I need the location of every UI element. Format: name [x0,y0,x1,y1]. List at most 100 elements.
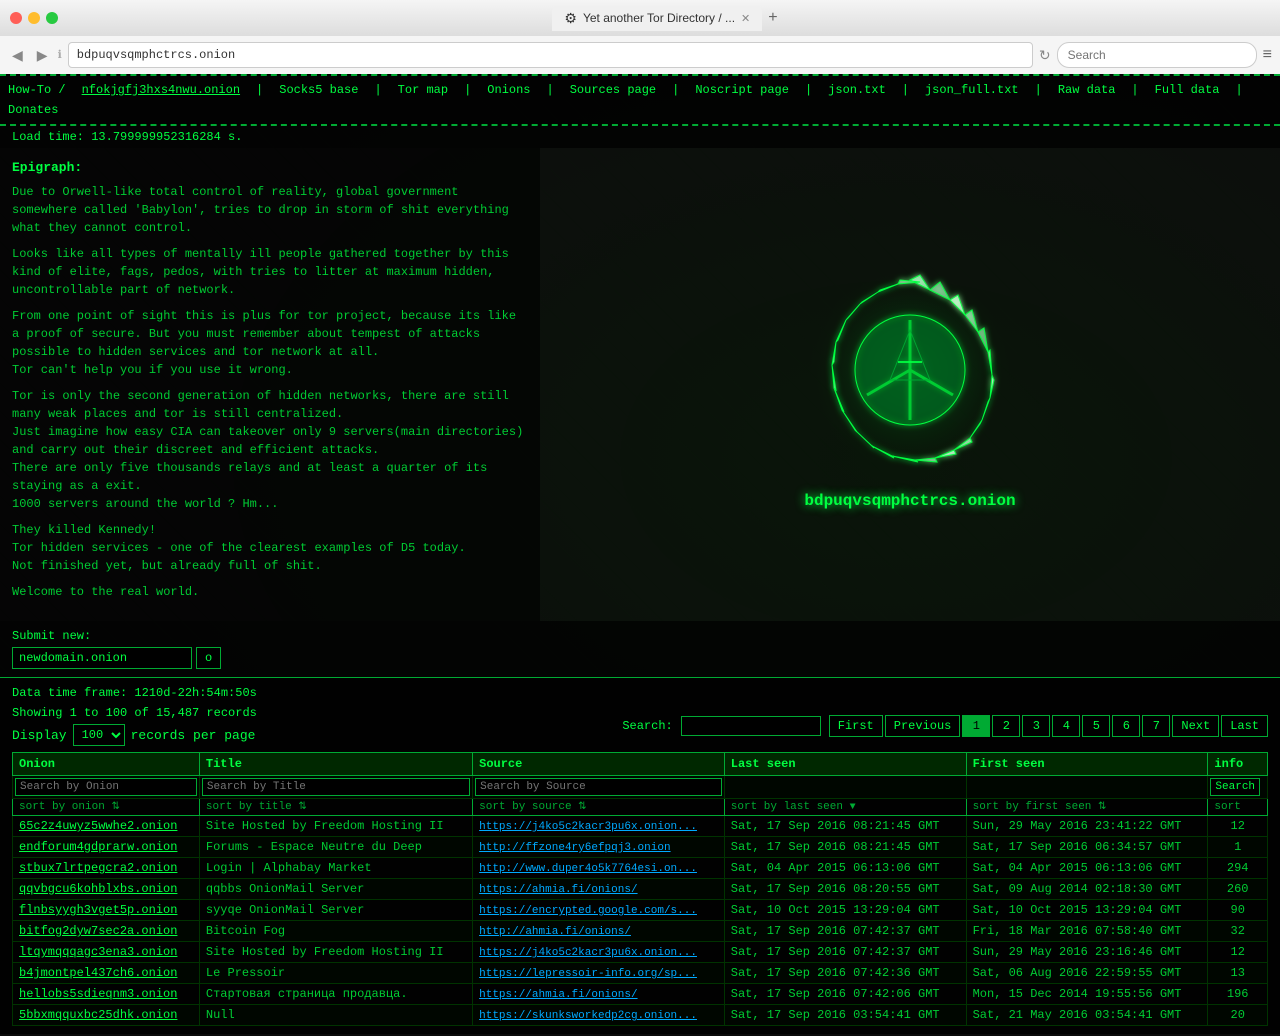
tab-close-icon[interactable]: ✕ [741,12,750,25]
col-title[interactable]: Title [199,753,472,776]
load-time: Load time: 13.799999952316284 s. [0,126,1280,148]
col-source[interactable]: Source [473,753,725,776]
minimize-button[interactable] [28,12,40,24]
cell-last-seen: Sat, 17 Sep 2016 08:21:45 GMT [724,816,966,837]
nav-tormap[interactable]: Tor map [390,80,456,100]
page-2-button[interactable]: 2 [992,715,1020,737]
page-7-button[interactable]: 7 [1142,715,1170,737]
source-link[interactable]: https://skunksworkedp2cg.onion... [479,1010,697,1022]
records-per-page-select[interactable]: 100 50 25 200 [73,724,125,746]
page-3-button[interactable]: 3 [1022,715,1050,737]
source-link[interactable]: https://encrypted.google.com/s... [479,905,697,917]
source-link[interactable]: http://ffzone4ry6efpqj3.onion [479,842,670,854]
close-button[interactable] [10,12,22,24]
onion-link[interactable]: qqvbgcu6kohblxbs.onion [19,882,177,896]
onion-link[interactable]: stbux7lrtpegcra2.onion [19,861,177,875]
nav-full[interactable]: Full data [1147,80,1228,100]
last-page-button[interactable]: Last [1221,715,1268,737]
nav-noscript[interactable]: Noscript page [687,80,797,100]
back-button[interactable]: ◀ [8,43,27,68]
nav-howto[interactable]: How-To / [0,80,74,100]
page-4-button[interactable]: 4 [1052,715,1080,737]
page-6-button[interactable]: 6 [1112,715,1140,737]
table-search-button[interactable]: Search [1210,778,1260,796]
cell-title: syyqe OnionMail Server [199,900,472,921]
menu-button[interactable]: ≡ [1263,46,1272,64]
cell-first-seen: Sat, 10 Oct 2015 13:29:04 GMT [966,900,1208,921]
next-page-button[interactable]: Next [1172,715,1219,737]
source-link[interactable]: https://lepressoir-info.org/sp... [479,968,697,980]
sort-last-seen-label[interactable]: sort by last seen [731,801,843,813]
nav-donates[interactable]: Donates [0,100,66,120]
cell-source: http://ahmia.fi/onions/ [473,921,725,942]
source-link[interactable]: https://j4ko5c2kacr3pu6x.onion... [479,821,697,833]
search-input[interactable] [681,716,821,736]
table-body: 65c2z4uwyz5wwhe2.onion Site Hosted by Fr… [13,816,1268,1026]
col-onion[interactable]: Onion [13,753,200,776]
browser-window: ⚙ Yet another Tor Directory / ... ✕ + ◀ … [0,0,1280,74]
cell-first-seen: Sat, 17 Sep 2016 06:34:57 GMT [966,837,1208,858]
onion-link[interactable]: 65c2z4uwyz5wwhe2.onion [19,819,177,833]
security-icon: ℹ [58,48,62,62]
page-5-button[interactable]: 5 [1082,715,1110,737]
cell-last-seen: Sat, 17 Sep 2016 07:42:37 GMT [724,921,966,942]
sort-onion-label[interactable]: sort by onion [19,801,105,813]
cell-title: Bitcoin Fog [199,921,472,942]
first-page-button[interactable]: First [829,715,883,737]
sort-title-label[interactable]: sort by title [206,801,292,813]
nav-onions[interactable]: Onions [479,80,538,100]
source-link[interactable]: https://ahmia.fi/onions/ [479,989,637,1001]
reload-button[interactable]: ↻ [1039,47,1051,64]
previous-page-button[interactable]: Previous [885,715,961,737]
onion-link[interactable]: flnbsyygh3vget5p.onion [19,903,177,917]
source-link[interactable]: https://ahmia.fi/onions/ [479,884,637,896]
source-link[interactable]: https://j4ko5c2kacr3pu6x.onion... [479,947,697,959]
page-1-button[interactable]: 1 [962,715,990,737]
col-first-seen[interactable]: First seen [966,753,1208,776]
onion-link[interactable]: 5bbxmqquxbc25dhk.onion [19,1008,177,1022]
sort-info-label[interactable]: sort [1214,801,1240,813]
sort-first-seen-label[interactable]: sort by first seen [973,801,1092,813]
nav-json-full[interactable]: json_full.txt [917,80,1027,100]
source-link[interactable]: http://www.duper4o5k7764esi.on... [479,863,697,875]
maximize-button[interactable] [46,12,58,24]
cell-source: https://lepressoir-info.org/sp... [473,963,725,984]
onion-link[interactable]: ltqymqqqagc3ena3.onion [19,945,177,959]
new-tab-button[interactable]: + [762,7,783,29]
cell-title: qqbbs OnionMail Server [199,879,472,900]
cell-title: Site Hosted by Freedom Hosting II [199,942,472,963]
col-last-seen[interactable]: Last seen [724,753,966,776]
forward-button[interactable]: ▶ [33,43,52,68]
cell-title: Login | Alphabay Market [199,858,472,879]
submit-button[interactable]: o [196,647,221,669]
cell-title: Null [199,1005,472,1026]
search-title-cell [199,776,472,799]
records-info: Showing 1 to 100 of 15,487 records [12,706,257,720]
nav-sources[interactable]: Sources page [562,80,664,100]
cell-info: 90 [1208,900,1268,921]
nav-json-txt[interactable]: json.txt [820,80,894,100]
submit-domain-input[interactable] [12,647,192,669]
onion-link[interactable]: endforum4gdprarw.onion [19,840,177,854]
active-tab[interactable]: ⚙ Yet another Tor Directory / ... ✕ [552,6,762,31]
url-field[interactable]: bdpuqvsqmphctrcs.onion [68,42,1033,68]
cell-onion: qqvbgcu6kohblxbs.onion [13,879,200,900]
cell-last-seen: Sat, 17 Sep 2016 07:42:36 GMT [724,963,966,984]
table-row: hellobs5sdieqnm3.onion Стартовая страниц… [13,984,1268,1005]
onion-link[interactable]: bitfog2dyw7sec2a.onion [19,924,177,938]
browser-search-input[interactable] [1057,42,1257,68]
cell-onion: ltqymqqqagc3ena3.onion [13,942,200,963]
source-link[interactable]: http://ahmia.fi/onions/ [479,926,631,938]
search-onion-input[interactable] [15,778,197,796]
onion-link[interactable]: b4jmontpel437ch6.onion [19,966,177,980]
nav-socks5[interactable]: Socks5 base [271,80,366,100]
search-source-input[interactable] [475,778,722,796]
onion-link[interactable]: hellobs5sdieqnm3.onion [19,987,177,1001]
search-title-input[interactable] [202,778,470,796]
nav-howto-link[interactable]: nfokjgfj3hxs4nwu.onion [74,80,248,100]
nav-raw[interactable]: Raw data [1050,80,1124,100]
sort-row: sort by onion ⇅ sort by title ⇅ sort by … [13,799,1268,816]
sort-source-label[interactable]: sort by source [479,801,571,813]
cell-source: https://ahmia.fi/onions/ [473,879,725,900]
display-label: Display [12,728,67,743]
